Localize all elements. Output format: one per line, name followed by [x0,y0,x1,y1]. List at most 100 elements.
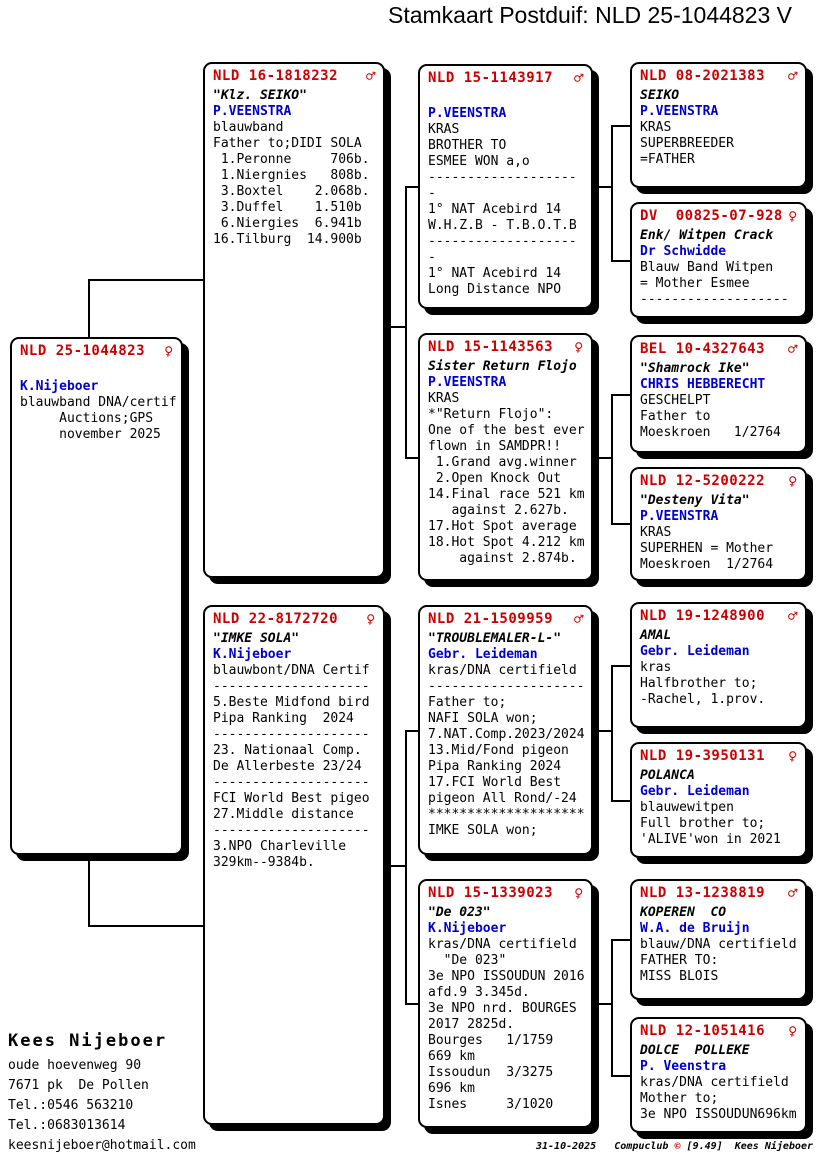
pedigree-box-father: NLD 16-1818232♂ "Klz. SEIKO"P.VEENSTRAbl… [203,62,385,578]
box-text-line: Father to [640,409,797,425]
box-text-line: Moeskroen 1/2764 [640,425,797,441]
box-text-line: 696 km [428,1081,583,1097]
footer-version: [9.49] [687,1141,723,1152]
female-icon: ♀ [365,610,376,627]
box-text-line: KRAS [640,120,797,136]
male-icon: ♂ [787,607,798,624]
box-text-line: Father to;DIDI SOLA [213,136,375,152]
pedigree-box-great-grandparent-4: NLD 12-5200222♀ "Desteny Vita"P.VEENSTRA… [630,467,807,581]
contact-line: oude hoevenweg 90 [8,1056,196,1076]
box-text-line: Issoudun 3/3275 [428,1065,583,1081]
box-text-line: -Rachel, 1.prov. [640,692,797,708]
box-text-line: Long Distance NPO [428,282,583,298]
ring-number: BEL 10-4327643 [640,341,765,357]
connector-line [611,125,630,127]
box-text-line: IMKE SOLA won; [428,823,583,839]
pedigree-box-great-grandparent-8: NLD 12-1051416♀ DOLCE POLLEKEP. Veenstra… [630,1017,807,1133]
connector-line [611,523,630,525]
box-text-line: - [428,186,583,202]
box-text-line: FCI World Best pigeo [213,791,375,807]
box-text-line: kras/DNA certifield [428,663,583,679]
connector-line [405,1003,418,1005]
female-icon: ♀ [573,338,584,355]
box-body: "Desteny Vita"P.VEENSTRAKRASSUPERHEN = M… [640,493,797,573]
pedigree-box-subject: NLD 25-1044823♀ K.Nijeboerblauwband DNA/… [10,337,183,855]
connector-line [611,939,630,941]
box-text-line: november 2025 [20,427,173,443]
box-text-line: 6.Niergies 6.941b [213,216,375,232]
box-text-line: 3.Duffel 1.510b [213,200,375,216]
box-text-line: 3.NPO Charleville [213,839,375,855]
box-text-line: 7.NAT.Comp.2023/2024 [428,727,583,743]
box-text-line: 1° NAT Acebird 14 [428,202,583,218]
connector-line [88,925,203,927]
male-icon: ♂ [573,610,584,627]
box-text-line: Bourges 1/1759 [428,1033,583,1049]
box-text-line: "Shamrock Ike" [640,361,797,377]
ring-number: NLD 13-1238819 [640,885,765,901]
connector-line [611,394,630,396]
ring-number: NLD 12-1051416 [640,1023,765,1039]
contact-line: keesnijeboer@hotmail.com [8,1136,196,1156]
box-text-line [20,363,173,379]
pedigree-box-mother: NLD 22-8172720♀ "IMKE SOLA"K.Nijeboerbla… [203,605,385,1125]
box-text-line: W.H.Z.B - T.B.O.T.B [428,218,583,234]
connector-line [385,865,407,867]
box-text-line: Pipa Ranking 2024 [213,711,375,727]
box-text-line: SEIKO [640,88,797,104]
box-body: POLANCAGebr. LeidemanblauwewitpenFull br… [640,768,797,848]
box-text-line: AMAL [640,628,797,644]
box-text-line: 329km--9384b. [213,855,375,871]
box-text-line: Enk/ Witpen Crack [640,228,797,244]
box-text-line: 13.Mid/Fond pigeon [428,743,583,759]
female-icon: ♀ [787,472,798,489]
pedigree-box-paternal-grandmother: NLD 15-1143563♀ Sister Return FlojoP.VEE… [418,333,593,581]
pedigree-box-great-grandparent-1: NLD 08-2021383♂ SEIKOP.VEENSTRAKRASSUPER… [630,62,807,188]
box-text-line: 18.Hot Spot 4.212 km [428,535,583,551]
box-text-line: -------------------- [213,679,375,695]
pedigree-box-great-grandparent-5: NLD 19-1248900♂ AMALGebr. LeidemankrasHa… [630,602,807,728]
connector-line [611,800,630,802]
box-body: "De 023"K.Nijeboerkras/DNA certifield "D… [428,905,583,1113]
male-icon: ♂ [787,67,798,84]
box-text-line: P. Veenstra [640,1059,797,1075]
box-body: "Shamrock Ike"CHRIS HEBBERECHTGESCHELPTF… [640,361,797,441]
box-text-line: kras/DNA certifield [640,1075,797,1091]
box-text-line: 669 km [428,1049,583,1065]
box-text-line: ------------------- [428,170,583,186]
box-text-line: Gebr. Leideman [428,647,583,663]
box-text-line: Gebr. Leideman [640,784,797,800]
box-body: K.Nijeboerblauwband DNA/certif Auctions;… [20,363,173,443]
ring-number: NLD 19-1248900 [640,608,765,624]
connector-line [405,457,418,459]
connector-line [593,457,611,459]
box-text-line [428,90,583,106]
box-body: "IMKE SOLA"K.Nijeboerblauwbont/DNA Certi… [213,631,375,871]
connector-line [593,1003,611,1005]
box-text-line: Halfbrother to; [640,676,797,692]
footer-software: Compuclub [614,1141,668,1152]
box-text-line: CHRIS HEBBERECHT [640,377,797,393]
box-body: SEIKOP.VEENSTRAKRASSUPERBREEDER=FATHER [640,88,797,168]
box-text-line: against 2.627b. [428,503,583,519]
box-text-line: "De 023" [428,953,583,969]
box-text-line: "De 023" [428,905,583,921]
pedigree-box-great-grandparent-6: NLD 19-3950131♀ POLANCAGebr. Leidemanbla… [630,742,807,858]
box-text-line: Isnes 3/1020 [428,1097,583,1113]
pedigree-box-paternal-grandfather: NLD 15-1143917♂ P.VEENSTRAKRASBROTHER TO… [418,64,593,309]
contact-lines: oude hoevenweg 907671 pk De PollenTel.:0… [8,1056,196,1156]
box-text-line: blauw/DNA certifield [640,937,797,953]
box-text-line: 23. Nationaal Comp. [213,743,375,759]
female-icon: ♀ [787,1022,798,1039]
connector-line [405,186,418,188]
box-text-line: FATHER TO: [640,953,797,969]
pedigree-box-great-grandparent-3: BEL 10-4327643♂ "Shamrock Ike"CHRIS HEBB… [630,335,807,453]
box-text-line: 3e NPO ISSOUDUN696km [640,1107,797,1123]
box-text-line: -------------------- [428,679,583,695]
connector-line [611,260,630,262]
box-text-line: NAFI SOLA won; [428,711,583,727]
ring-number: NLD 25-1044823 [20,343,145,359]
box-text-line: against 2.874b. [428,551,583,567]
contact-line: Tel.:0683013614 [8,1116,196,1136]
pedigree-box-great-grandparent-2: DV 00825-07-928♀ Enk/ Witpen CrackDr Sch… [630,202,807,318]
